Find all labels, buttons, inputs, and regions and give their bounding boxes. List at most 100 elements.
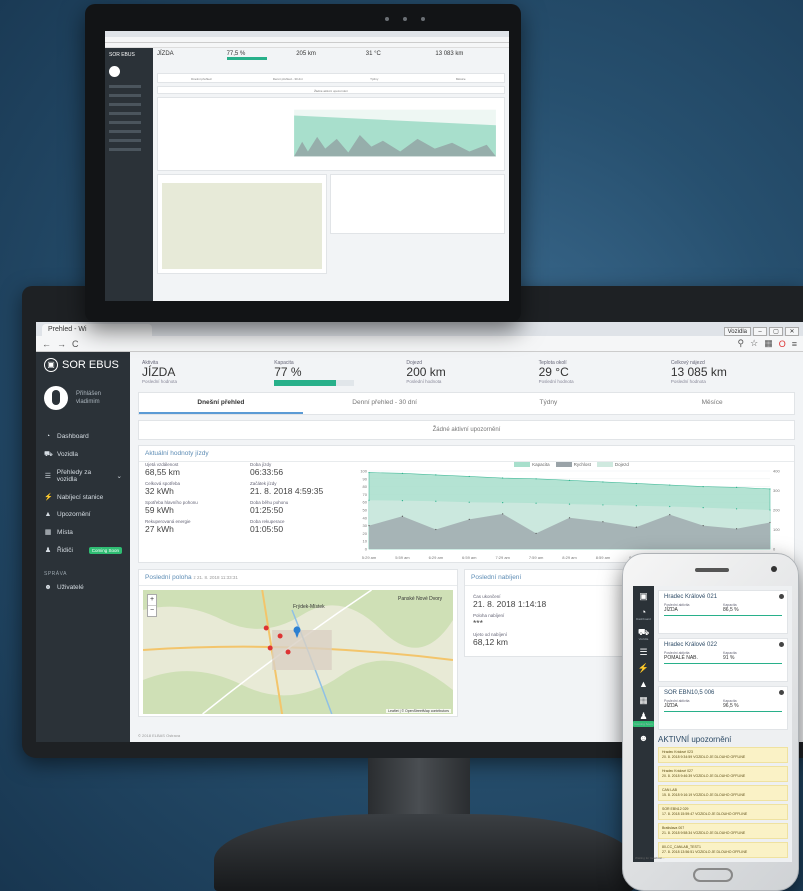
list-icon[interactable]: ☰ — [639, 648, 647, 657]
tablet-kpi: 77,5 % — [226, 51, 297, 73]
alert-item[interactable]: SOR EBN12 029 17. 8. 2018 15:59:47 VOZIDL… — [658, 804, 788, 820]
sidebar-item[interactable]: ☻ Uživatelé — [36, 579, 130, 596]
alert-item[interactable]: Bratislava 007 21. 8. 2018 9:58:34 VOZIDL… — [658, 823, 788, 839]
alert-item[interactable]: Hradec Králové 023 20. 8. 2018 9:34:59 VO… — [658, 747, 788, 763]
sidebar-nav: ◔ Dashboard ⛟ Vozidla ☰ Přehledy za vozidla ⌄ ⚡… — [36, 428, 130, 559]
capacity-underline — [723, 711, 782, 712]
forward-icon[interactable]: → — [57, 339, 66, 349]
kpi-card: Kapacita 77 % — [270, 358, 398, 388]
data-point — [769, 521, 771, 524]
minimize-button[interactable]: – — [753, 327, 767, 336]
data-point — [769, 488, 771, 490]
legend-swatch — [555, 462, 572, 467]
tablet-avatar — [109, 66, 120, 77]
tablet-tab[interactable]: Dnešní přehled — [158, 74, 245, 82]
tab-item[interactable]: Měsíce — [630, 393, 794, 414]
coming-soon-badge: Coming Soon — [88, 546, 122, 554]
activity-underline — [664, 663, 723, 664]
zoom-in-button[interactable]: + — [148, 595, 156, 605]
map[interactable]: Frýdek-Místek Panské Nové Dvory + − Leaf… — [143, 590, 453, 714]
warning-icon[interactable]: ▲ — [639, 680, 648, 689]
vehicle-activity: Poslední aktivita POMALÉ NAB. — [664, 651, 723, 664]
sidebar-item[interactable]: ♟ Řidiči Coming Soon — [36, 541, 130, 559]
map-attribution[interactable]: Leaflet | © OpenStreetMap contributors — [386, 709, 451, 713]
vehicle-capacity: Kapacita 96,5 % — [723, 699, 782, 712]
sidebar-item[interactable]: ▦ Místa — [36, 523, 130, 541]
last-position-time: z 21. 8. 2018 11:33:31 — [193, 575, 238, 580]
x-tick-label: 6:59 am — [462, 555, 477, 560]
kpi-value: 77 % — [274, 365, 302, 379]
tab-item[interactable]: Dnešní přehled — [139, 393, 303, 414]
browser-tab[interactable]: Prehled - Wi — [42, 324, 152, 336]
search-icon[interactable]: ⚲ — [738, 338, 745, 349]
alert-item[interactable]: 80-CC_CANLAB_TEST1 27. 8. 2018 13:56:51 V… — [658, 842, 788, 858]
sidebar-item[interactable]: ◔ Dashboard — [36, 428, 130, 445]
stat-item: Celková spotřeba 32 kWh — [145, 481, 250, 496]
map-icon[interactable]: ▦ — [639, 696, 648, 705]
current-values-title: Aktuální hodnoty jízdy — [139, 446, 794, 462]
maximize-button[interactable]: ▢ — [769, 327, 783, 336]
vehicle-icon[interactable]: ⛟ Vozidla — [638, 628, 649, 642]
sidebar-item[interactable]: ⚡ Nabíjecí stanice — [36, 488, 130, 506]
tablet-map[interactable] — [162, 183, 322, 269]
y-tick-label: 30 — [363, 523, 368, 528]
tab-item[interactable]: Denní přehled - 30 dní — [303, 393, 467, 414]
app-logo[interactable]: ▣ SOR EBUS — [36, 358, 130, 372]
sidebar-item[interactable]: ⛟ Vozidla — [36, 445, 130, 464]
sidebar-item-label: Přehledy za vozidla — [56, 469, 92, 483]
monitor-stand — [368, 758, 470, 818]
driver-icon[interactable]: ♟ Coming Soon — [633, 712, 654, 727]
data-point — [735, 486, 738, 488]
dashboard-icon[interactable]: ◔ Dashboard — [636, 608, 651, 622]
tablet-tab[interactable]: Týdny — [331, 74, 418, 82]
alert-text: 21. 8. 2018 9:58:34 VOZIDLO JE DLOUHO OF… — [662, 831, 746, 835]
alert-item[interactable]: CAN LAB 15. 8. 2018 9:16:19 VOZIDLO JE DL… — [658, 785, 788, 801]
tablet-tab[interactable]: Měsíce — [418, 74, 505, 82]
tablet-main: JÍZDA 77,5 % 205 km 31 °C 13 083 km Dnešní p… — [153, 48, 509, 301]
y-tick-label: 60 — [363, 500, 368, 505]
legend-item[interactable]: Dojezd — [596, 462, 629, 467]
sidebar-item[interactable]: ▲ Upozornění — [36, 506, 130, 523]
y2-tick-label: 0 — [773, 547, 776, 552]
info-icon[interactable] — [779, 642, 784, 647]
kpi-card: Celkový nájezd 13 085 km Poslední hodnota — [667, 358, 795, 388]
plug-icon[interactable]: ⚡ — [638, 664, 649, 673]
vehicle-card[interactable]: Hradec Králové 022 Poslední aktivita POMAL… — [658, 638, 788, 682]
vehicle-card[interactable]: SOR EBN10,5 006 Poslední aktivita JÍZDA Kap… — [658, 686, 788, 730]
reload-icon[interactable]: C — [72, 339, 79, 349]
bus-icon[interactable]: ▣ — [639, 592, 648, 601]
capacity-underline — [723, 615, 782, 616]
vehicle-capacity: Kapacita 86,5 % — [723, 603, 782, 616]
info-icon[interactable] — [779, 594, 784, 599]
stat-item: Doba jízdy 06:33:56 — [250, 462, 355, 477]
x-tick-label: 5:59 am — [395, 555, 410, 560]
users-icon[interactable]: ☻ — [639, 734, 648, 743]
menu-icon[interactable]: ≡ — [792, 339, 797, 349]
vehicle-card[interactable]: Hradec Králové 021 Poslední aktivita JÍZDA… — [658, 590, 788, 634]
legend-item[interactable]: Rychlost — [555, 462, 591, 467]
tablet-capacity-bar — [226, 57, 267, 60]
alert-item[interactable]: Hradec Králové 027 20. 8. 2018 9:46:39 VO… — [658, 766, 788, 782]
close-window-button[interactable]: ✕ — [785, 327, 799, 336]
phone-home-button[interactable] — [693, 868, 733, 882]
activity-value: JÍZDA — [664, 703, 678, 709]
star-icon[interactable]: ☆ — [750, 338, 758, 349]
capacity-value: 96,5 % — [723, 703, 739, 709]
zoom-out-button[interactable]: − — [148, 605, 156, 616]
sidebar-item[interactable]: ☰ Přehledy za vozidla ⌄ — [36, 464, 130, 488]
opera-icon[interactable]: O — [779, 339, 786, 349]
data-point — [435, 528, 437, 531]
capacity-underline — [723, 663, 782, 664]
capacity-value: 91 % — [723, 655, 735, 661]
tab-item[interactable]: Týdny — [467, 393, 631, 414]
extensions-icon[interactable]: ▦ — [764, 338, 773, 349]
data-point — [502, 501, 504, 504]
tablet-tab[interactable]: Denní přehled - 30 dní — [245, 74, 332, 82]
vehicle-stats: Poslední aktivita JÍZDA Kapacita 96,5 % — [664, 699, 782, 712]
data-point — [535, 478, 537, 480]
back-icon[interactable]: ← — [42, 339, 51, 349]
legend-item[interactable]: Kapacita — [514, 462, 550, 467]
bus-logo-icon: ▣ — [44, 358, 58, 372]
info-icon[interactable] — [779, 690, 784, 695]
data-point — [502, 477, 504, 479]
